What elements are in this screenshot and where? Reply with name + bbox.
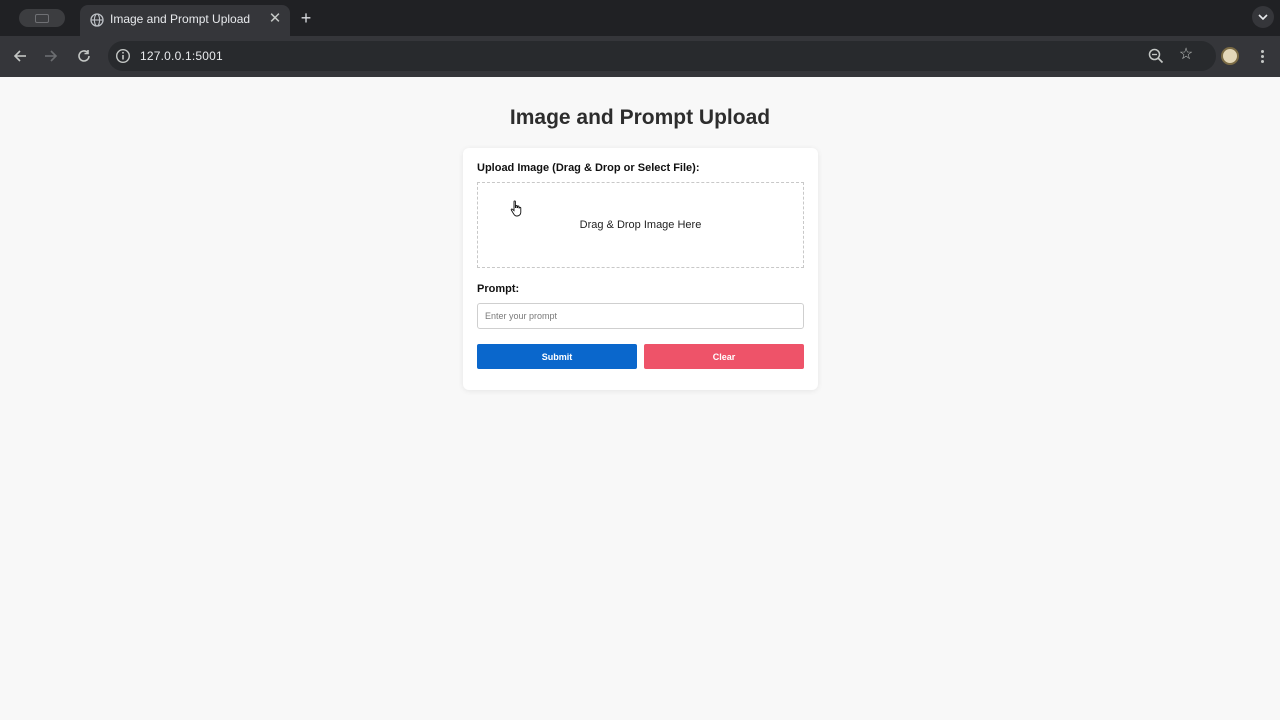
clear-button[interactable]: Clear bbox=[644, 344, 804, 369]
url-text: 127.0.0.1:5001 bbox=[140, 49, 223, 63]
upload-image-label: Upload Image (Drag & Drop or Select File… bbox=[477, 162, 700, 174]
zoom-icon[interactable] bbox=[1147, 47, 1165, 65]
page-title: Image and Prompt Upload bbox=[509, 106, 771, 129]
dropzone-text: Drag & Drop Image Here bbox=[579, 219, 702, 231]
plus-icon[interactable]: + bbox=[296, 8, 316, 28]
info-icon[interactable] bbox=[115, 48, 131, 64]
globe-icon bbox=[90, 13, 104, 27]
hand-cursor-icon bbox=[510, 200, 522, 217]
arrow-right-icon[interactable] bbox=[39, 44, 63, 68]
star-icon[interactable]: ☆ bbox=[1176, 45, 1196, 65]
arrow-left-icon[interactable] bbox=[8, 44, 32, 68]
upload-form-card: Upload Image (Drag & Drop or Select File… bbox=[463, 148, 818, 390]
browser-toolbar: 127.0.0.1:5001 ☆ bbox=[0, 36, 1280, 77]
chevron-down-icon[interactable] bbox=[1252, 6, 1274, 28]
avatar[interactable] bbox=[1221, 47, 1239, 65]
address-bar[interactable]: 127.0.0.1:5001 ☆ bbox=[108, 41, 1216, 71]
tab-search-icon[interactable] bbox=[19, 9, 65, 27]
browser-tab[interactable]: Image and Prompt Upload ✕ bbox=[80, 5, 290, 36]
reload-icon[interactable] bbox=[72, 44, 96, 68]
prompt-input[interactable] bbox=[477, 303, 804, 329]
close-icon[interactable]: ✕ bbox=[266, 10, 284, 28]
prompt-label: Prompt: bbox=[477, 283, 520, 295]
submit-button[interactable]: Submit bbox=[477, 344, 637, 369]
page-content: Image and Prompt Upload Upload Image (Dr… bbox=[0, 77, 1280, 720]
browser-tab-strip: Image and Prompt Upload ✕ + bbox=[0, 0, 1280, 36]
tab-title: Image and Prompt Upload bbox=[110, 12, 251, 26]
kebab-menu-icon[interactable] bbox=[1252, 45, 1272, 67]
image-dropzone[interactable]: Drag & Drop Image Here bbox=[477, 182, 804, 268]
